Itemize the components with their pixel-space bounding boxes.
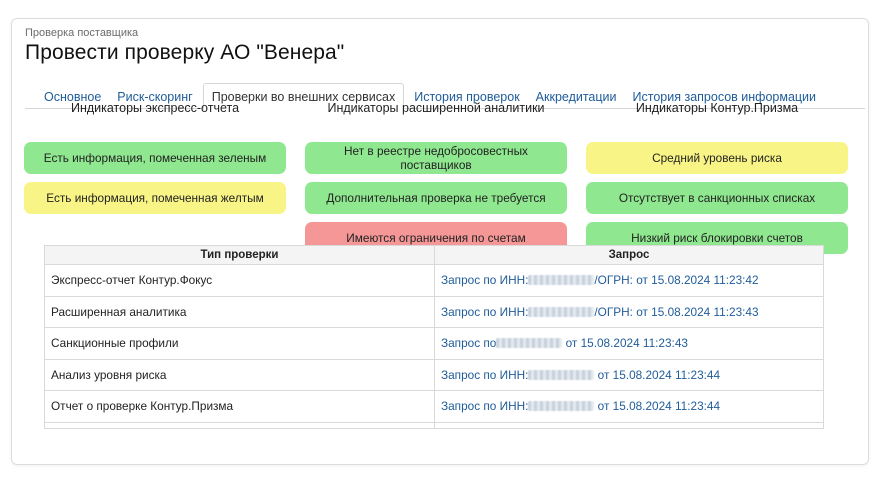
request-link-prefix: Запрос по ИНН: — [441, 273, 529, 288]
table-row-spacer — [44, 421, 824, 429]
request-link-suffix: от 15.08.2024 11:23:43 — [562, 336, 688, 351]
table-row: Санкционные профили Запрос по от 15.08.2… — [44, 327, 824, 360]
indicator-sanctions-lists: Отсутствует в санкционных списках — [586, 182, 848, 214]
check-type-cell: Экспресс-отчет Контур.Фокус — [44, 264, 435, 297]
extended-analytics-indicators-title: Индикаторы расширенной аналитики — [327, 101, 545, 115]
request-link[interactable]: Запрос по ИНН: /ОГРН: от 15.08.2024 11:23… — [434, 295, 824, 328]
page-title: Провести проверку АО "Венера" — [25, 41, 345, 64]
request-link-suffix: /ОГРН: от 15.08.2024 11:23:42 — [594, 273, 759, 288]
redacted-number — [528, 306, 595, 317]
check-type-cell: Санкционные профили — [44, 327, 435, 360]
indicator-additional-check: Дополнительная проверка не требуется — [305, 182, 567, 214]
request-link-prefix: Запрос по — [441, 336, 497, 351]
column-header-request: Запрос — [434, 245, 824, 265]
table-row: Анализ уровня риска Запрос по ИНН: от 15… — [44, 358, 824, 391]
indicator-express-green: Есть информация, помеченная зеленым — [24, 142, 286, 174]
redacted-number — [528, 401, 595, 412]
redacted-number — [528, 275, 595, 286]
kontur-prizma-indicators-title: Индикаторы Контур.Призма — [635, 101, 799, 115]
request-link[interactable]: Запрос по ИНН: от 15.08.2024 11:23:44 — [434, 358, 824, 391]
redacted-number — [528, 369, 595, 380]
checks-table: Тип проверки Запрос Экспресс-отчет Конту… — [44, 245, 824, 429]
table-header-row: Тип проверки Запрос — [44, 245, 824, 265]
check-type-cell: Анализ уровня риска — [44, 358, 435, 391]
request-link-suffix: /ОГРН: от 15.08.2024 11:23:43 — [594, 304, 759, 319]
spacer-cell — [44, 421, 435, 429]
table-row: Экспресс-отчет Контур.Фокус Запрос по ИН… — [44, 264, 824, 297]
request-link[interactable]: Запрос по от 15.08.2024 11:23:43 — [434, 327, 824, 360]
check-type-cell: Отчет о проверке Контур.Призма — [44, 390, 435, 423]
request-link-suffix: от 15.08.2024 11:23:44 — [594, 399, 721, 414]
indicator-risk-level: Средний уровень риска — [586, 142, 848, 174]
request-link[interactable]: Запрос по ИНН: /ОГРН: от 15.08.2024 11:23… — [434, 264, 824, 297]
request-link-prefix: Запрос по ИНН: — [441, 399, 529, 414]
breadcrumb: Проверка поставщика — [25, 27, 139, 39]
express-report-indicators-title: Индикаторы экспресс-отчета — [70, 101, 240, 115]
spacer-cell — [434, 421, 824, 429]
check-type-cell: Расширенная аналитика — [44, 295, 435, 328]
table-row: Отчет о проверке Контур.Призма Запрос по… — [44, 390, 824, 423]
redacted-number — [496, 338, 563, 349]
column-header-check-type: Тип проверки — [44, 245, 435, 265]
table-row: Расширенная аналитика Запрос по ИНН: /ОГР… — [44, 295, 824, 328]
indicator-express-yellow: Есть информация, помеченная желтым — [24, 182, 286, 214]
request-link-suffix: от 15.08.2024 11:23:44 — [594, 367, 721, 382]
request-link-prefix: Запрос по ИНН: — [441, 304, 529, 319]
indicator-unfair-suppliers-registry: Нет в реестре недобросовестных поставщик… — [305, 142, 567, 174]
request-link-prefix: Запрос по ИНН: — [441, 367, 529, 382]
request-link[interactable]: Запрос по ИНН: от 15.08.2024 11:23:44 — [434, 390, 824, 423]
